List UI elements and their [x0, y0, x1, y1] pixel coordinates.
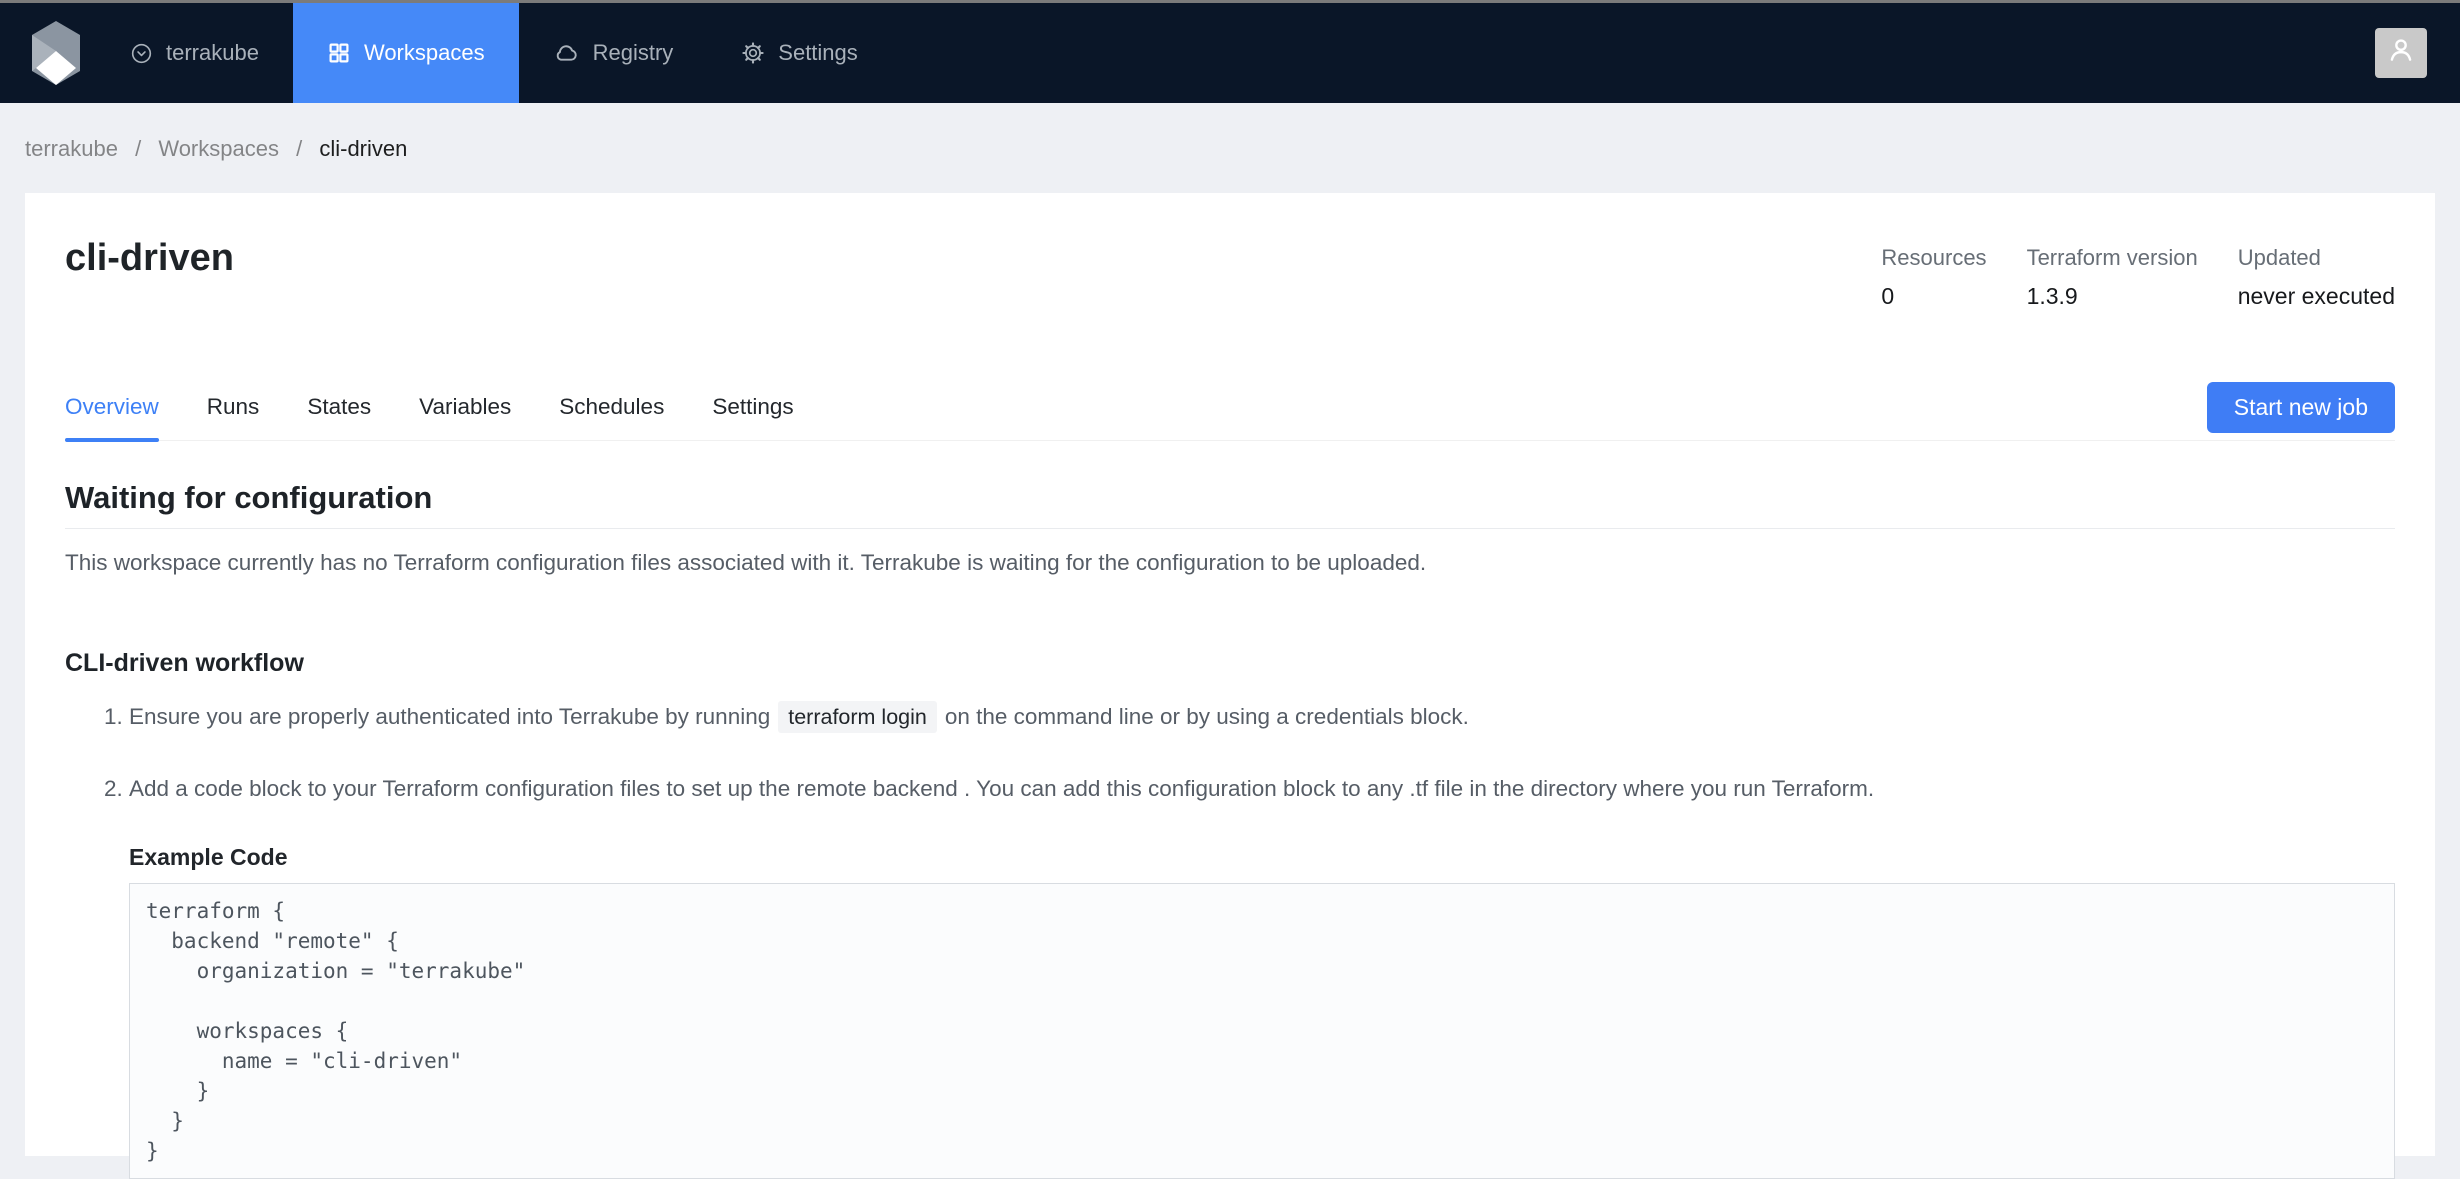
- terraform-login-code-chip: terraform login: [778, 701, 937, 733]
- nav-item-label: Registry: [592, 40, 674, 65]
- workspace-header: cli-driven Resources 0 Terraform version…: [65, 233, 2395, 310]
- step-text: Ensure you are properly authenticated in…: [129, 704, 771, 729]
- stat-label: Resources: [1881, 245, 1987, 270]
- breadcrumb: terrakube / Workspaces / cli-driven: [25, 103, 2435, 193]
- step-text: Add a code block to your Terraform confi…: [129, 776, 1875, 801]
- breadcrumb-item-workspaces[interactable]: Workspaces: [158, 136, 279, 161]
- nav-item-workspaces[interactable]: Workspaces: [292, 3, 519, 103]
- breadcrumb-separator: /: [135, 136, 142, 161]
- step-text: on the command line or by using a creden…: [944, 704, 1469, 729]
- stat-label: Updated: [2237, 245, 2321, 270]
- stat-terraform-version: Terraform version 1.3.9: [2027, 245, 2198, 310]
- navbar-spacer: [892, 3, 2375, 103]
- user-icon: [2385, 34, 2417, 72]
- grid-icon: [327, 41, 351, 65]
- nav-item-organization[interactable]: terrakube: [96, 3, 293, 103]
- workflow-step-2: Add a code block to your Terraform confi…: [129, 774, 2395, 804]
- nav-item-settings[interactable]: Settings: [707, 3, 892, 103]
- stat-resources: Resources 0: [1881, 245, 1986, 310]
- heading-divider: [65, 528, 2395, 529]
- breadcrumb-item-organization[interactable]: terrakube: [25, 136, 118, 161]
- workflow-step-1: Ensure you are properly authenticated in…: [129, 701, 2395, 733]
- tab-schedules[interactable]: Schedules: [559, 382, 664, 440]
- stat-value: 0: [1881, 283, 1895, 309]
- stat-label: Terraform version: [2026, 245, 2198, 270]
- workflow-heading: CLI-driven workflow: [65, 649, 304, 677]
- down-circle-icon: [130, 42, 153, 65]
- page-title: cli-driven: [65, 237, 234, 279]
- example-code-label: Example Code: [129, 844, 288, 870]
- workspace-card: cli-driven Resources 0 Terraform version…: [25, 193, 2435, 1179]
- nav-item-registry[interactable]: Registry: [519, 3, 708, 103]
- start-new-job-button[interactable]: Start new job: [2206, 382, 2395, 433]
- waiting-description: This workspace currently has no Terrafor…: [65, 550, 1427, 575]
- tab-runs[interactable]: Runs: [207, 382, 260, 440]
- stat-updated: Updated never executed: [2238, 245, 2395, 310]
- top-navbar: terrakube Workspaces Registry Settings: [0, 3, 2460, 103]
- tab-settings[interactable]: Settings: [712, 382, 793, 440]
- example-code-block: terraform { backend "remote" { organizat…: [129, 883, 2395, 1179]
- nav-item-label: terrakube: [166, 40, 259, 65]
- workspace-stats: Resources 0 Terraform version 1.3.9 Upda…: [1881, 233, 2395, 310]
- workflow-steps: Ensure you are properly authenticated in…: [65, 701, 2395, 804]
- tab-overview[interactable]: Overview: [65, 382, 159, 442]
- stat-value: 1.3.9: [2026, 283, 2078, 309]
- tabs: Overview Runs States Variables Schedules…: [65, 382, 794, 442]
- nav-item-label: Workspaces: [363, 40, 485, 65]
- waiting-heading: Waiting for configuration: [65, 480, 433, 515]
- breadcrumb-separator: /: [296, 136, 303, 161]
- nav-item-label: Settings: [778, 40, 858, 65]
- stat-value: never executed: [2237, 283, 2395, 309]
- tab-states[interactable]: States: [307, 382, 371, 440]
- tab-variables[interactable]: Variables: [419, 382, 511, 440]
- terrakube-logo-icon[interactable]: [32, 21, 80, 85]
- breadcrumb-item-current: cli-driven: [319, 136, 408, 161]
- tab-bar: Overview Runs States Variables Schedules…: [65, 382, 2395, 442]
- gear-icon: [741, 41, 765, 65]
- example-code-text: terraform { backend "remote" { organizat…: [146, 899, 526, 1163]
- user-avatar[interactable]: [2375, 28, 2427, 78]
- cloud-icon: [553, 40, 580, 67]
